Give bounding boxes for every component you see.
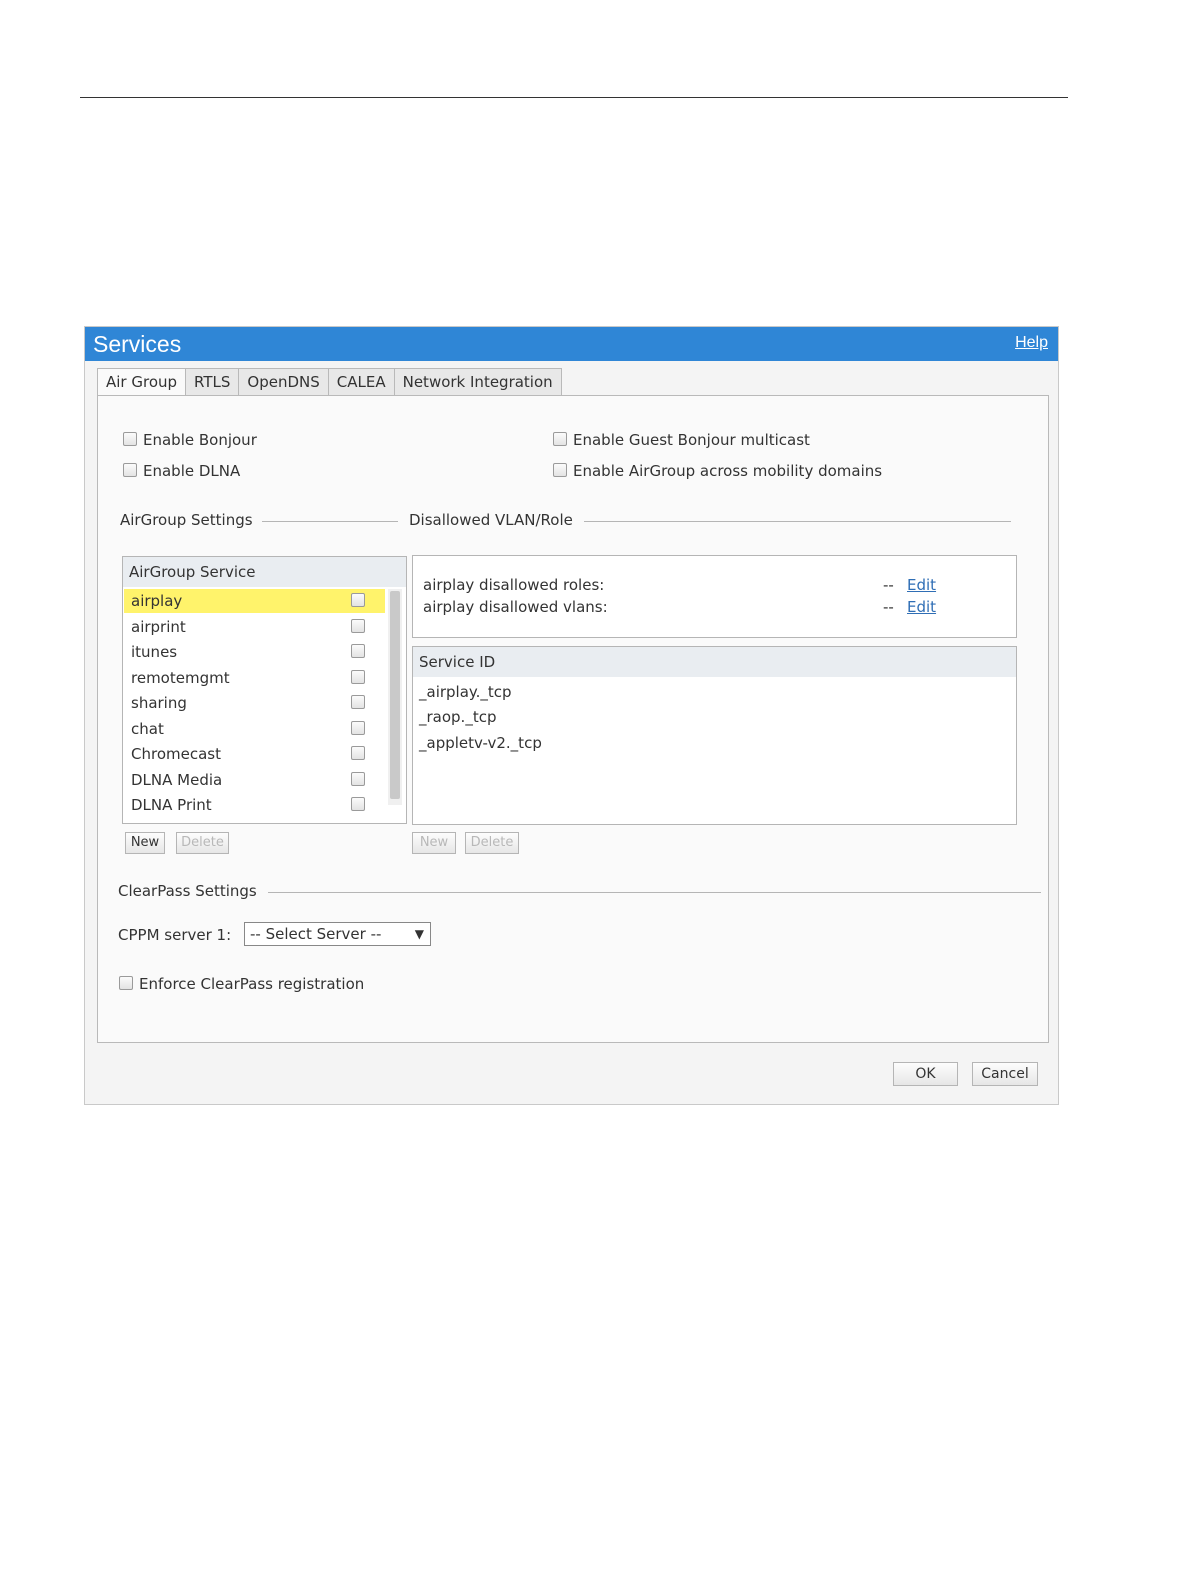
cppm-server-value: -- Select Server --: [250, 925, 382, 943]
service-name: itunes: [131, 643, 178, 661]
service-checkbox[interactable]: [351, 618, 365, 633]
service-checkbox[interactable]: [351, 695, 365, 709]
dialog-title: Services: [93, 331, 182, 357]
enable-guest-bonjour-checkbox[interactable]: [553, 432, 567, 446]
service-checkbox[interactable]: [351, 771, 365, 786]
tab-network-integration[interactable]: Network Integration: [393, 368, 562, 395]
list-item[interactable]: Chromecast: [124, 742, 385, 766]
delete-service-button[interactable]: Delete: [176, 832, 229, 854]
service-list-scrollbar[interactable]: [388, 589, 402, 805]
enforce-clearpass-label: Enforce ClearPass registration: [139, 975, 365, 993]
service-name: sharing: [131, 694, 187, 712]
list-item[interactable]: airplay: [124, 589, 385, 613]
list-item[interactable]: sharing: [124, 691, 385, 715]
service-id-list: Service ID _airplay._tcp _raop._tcp _app…: [412, 646, 1017, 825]
help-link[interactable]: Help: [1015, 334, 1048, 352]
enable-across-domains-checkbox[interactable]: [553, 463, 567, 477]
services-dialog: Services Help Air Group RTLS OpenDNS CAL…: [84, 326, 1059, 1105]
cppm-server-select[interactable]: -- Select Server -- ▼: [244, 922, 431, 946]
service-name: chat: [131, 719, 164, 738]
service-checkbox[interactable]: [351, 746, 365, 760]
airgroup-settings-heading: AirGroup Settings: [120, 511, 253, 529]
enable-bonjour-checkbox[interactable]: [123, 432, 137, 446]
divider: [262, 521, 398, 522]
service-name: Chromecast: [131, 745, 221, 763]
airgroup-service-header: AirGroup Service: [123, 557, 406, 587]
disallowed-box: airplay disallowed roles: airplay disall…: [412, 555, 1017, 638]
page-rule: [80, 97, 1068, 98]
list-item[interactable]: _raop._tcp: [419, 708, 496, 726]
disallowed-roles-label: airplay disallowed roles:: [423, 576, 605, 594]
enforce-clearpass-checkbox[interactable]: [119, 976, 133, 990]
list-item[interactable]: itunes: [124, 640, 385, 664]
list-item[interactable]: DLNA Media: [124, 768, 385, 792]
service-name: airprint: [131, 617, 186, 636]
edit-vlans-link[interactable]: Edit: [907, 598, 936, 616]
enable-dlna-checkbox[interactable]: [123, 463, 137, 477]
service-name: DLNA Print: [131, 796, 212, 814]
air-group-panel: Enable Bonjour Enable DLNA Enable Guest …: [97, 395, 1049, 1043]
list-item[interactable]: airprint: [124, 615, 385, 639]
service-checkbox[interactable]: [351, 644, 365, 658]
service-checkbox[interactable]: [351, 720, 365, 735]
tab-calea[interactable]: CALEA: [327, 368, 395, 395]
new-service-id-button[interactable]: New: [412, 832, 456, 854]
tab-bar: Air Group RTLS OpenDNS CALEA Network Int…: [97, 368, 562, 397]
new-service-button[interactable]: New: [125, 832, 165, 854]
enable-guest-bonjour-label: Enable Guest Bonjour multicast: [573, 431, 810, 449]
list-item[interactable]: _appletv-v2._tcp: [419, 734, 542, 752]
enable-across-domains-label: Enable AirGroup across mobility domains: [573, 462, 883, 480]
clearpass-heading: ClearPass Settings: [118, 882, 257, 900]
list-item[interactable]: DLNA Print: [124, 793, 385, 817]
dropdown-arrow-icon: ▼: [414, 927, 424, 941]
enable-bonjour-label: Enable Bonjour: [143, 431, 257, 449]
tab-air-group[interactable]: Air Group: [97, 368, 187, 397]
service-checkbox[interactable]: [351, 797, 365, 811]
delete-service-id-button[interactable]: Delete: [465, 832, 519, 854]
ok-button[interactable]: OK: [893, 1062, 958, 1086]
list-item[interactable]: _airplay._tcp: [419, 683, 512, 701]
list-item[interactable]: chat: [124, 717, 385, 741]
cppm-server-label: CPPM server 1:: [118, 926, 232, 944]
service-name: remotemgmt: [131, 668, 230, 687]
service-checkbox[interactable]: [351, 593, 365, 607]
divider: [268, 892, 1041, 893]
disallowed-vlans-label: airplay disallowed vlans:: [423, 598, 608, 616]
disallowed-vlans-value: --: [883, 598, 894, 616]
service-checkbox[interactable]: [351, 669, 365, 684]
service-name: airplay: [131, 592, 183, 610]
disallowed-roles-value: --: [883, 576, 894, 594]
divider: [584, 521, 1011, 522]
list-item[interactable]: remotemgmt: [124, 666, 385, 690]
disallowed-heading: Disallowed VLAN/Role: [409, 511, 573, 529]
edit-roles-link[interactable]: Edit: [907, 576, 936, 594]
cancel-button[interactable]: Cancel: [972, 1062, 1038, 1086]
airgroup-service-list: AirGroup Service airplay airprint itunes…: [122, 556, 407, 824]
dialog-titlebar: Services Help: [85, 327, 1058, 361]
service-id-header: Service ID: [413, 647, 1016, 677]
tab-rtls[interactable]: RTLS: [185, 368, 240, 395]
service-name: DLNA Media: [131, 770, 223, 789]
tab-opendns[interactable]: OpenDNS: [238, 368, 329, 395]
scrollbar-thumb[interactable]: [390, 591, 400, 799]
enable-dlna-label: Enable DLNA: [143, 462, 241, 480]
